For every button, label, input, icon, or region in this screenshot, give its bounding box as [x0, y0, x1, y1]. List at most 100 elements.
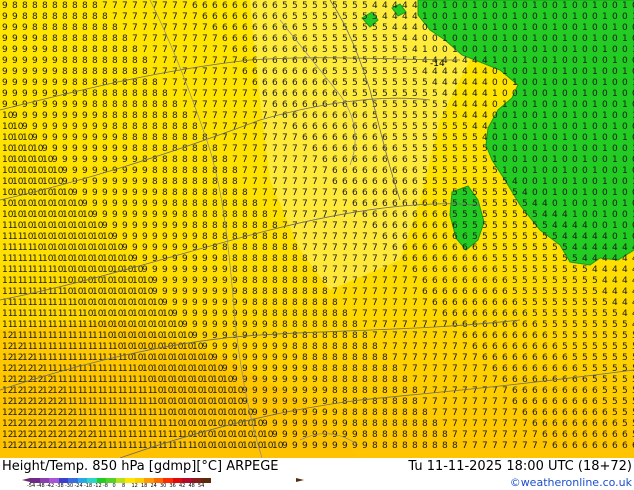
grid-value: 4	[592, 265, 598, 275]
grid-value: 8	[322, 276, 328, 286]
grid-value: 0	[612, 133, 618, 143]
grid-value: 5	[502, 210, 508, 220]
grid-value: 8	[292, 265, 298, 275]
grid-value: 6	[262, 89, 268, 99]
grid-value: 4	[622, 276, 628, 286]
grid-value: 9	[72, 133, 78, 143]
grid-value: 5	[612, 331, 618, 341]
grid-value: 5	[432, 177, 438, 187]
grid-value: 1	[552, 188, 558, 198]
grid-value: 0	[562, 144, 568, 154]
grid-value: 7	[482, 397, 488, 407]
grid-value: 6	[312, 45, 318, 55]
grid-value: 7	[382, 331, 388, 341]
grid-value: 0	[562, 89, 568, 99]
grid-value: 0	[612, 177, 618, 187]
grid-value: 9	[132, 254, 138, 264]
grid-value: 9	[332, 408, 338, 418]
grid-value: 6	[482, 331, 488, 341]
grid-value: 9	[122, 188, 128, 198]
grid-value: 0	[512, 133, 518, 143]
grid-value: 5	[592, 353, 598, 363]
grid-value: 7	[362, 320, 368, 330]
grid-value: 7	[512, 408, 518, 418]
grid-value: 8	[142, 78, 148, 88]
grid-value: 9	[252, 397, 258, 407]
grid-value: 5	[402, 67, 408, 77]
grid-value: 7	[502, 408, 508, 418]
grid-value: 5	[462, 122, 468, 132]
map-footer: Height/Temp. 850 hPa [gdmp][°C] ARPEGE T…	[0, 458, 634, 490]
grid-value: 9	[102, 166, 108, 176]
grid-value: 0	[502, 56, 508, 66]
grid-value: 7	[392, 353, 398, 363]
grid-value: 8	[252, 199, 258, 209]
grid-value: 9	[22, 34, 28, 44]
grid-value: 8	[402, 397, 408, 407]
grid-value: 8	[142, 122, 148, 132]
grid-value: 7	[232, 78, 238, 88]
grid-value: 7	[542, 441, 548, 451]
grid-value: 9	[142, 177, 148, 187]
grid-value: 0	[552, 12, 558, 22]
grid-value: 7	[412, 353, 418, 363]
grid-value: 1	[532, 67, 538, 77]
grid-value: 9	[122, 155, 128, 165]
grid-value: 8	[402, 430, 408, 440]
grid-value: 9	[282, 386, 288, 396]
grid-value: 7	[512, 441, 518, 451]
grid-value: 8	[302, 309, 308, 319]
grid-value: 1	[592, 133, 598, 143]
grid-value: 5	[562, 265, 568, 275]
grid-value: 7	[242, 177, 248, 187]
grid-value: 4	[402, 23, 408, 33]
grid-value: 7	[282, 144, 288, 154]
grid-value: 5	[392, 89, 398, 99]
grid-value: 5	[532, 309, 538, 319]
site-credit[interactable]: ©weatheronline.co.uk	[510, 476, 632, 489]
grid-value: 9	[32, 133, 38, 143]
grid-value: 0	[542, 67, 548, 77]
grid-value: 8	[252, 287, 258, 297]
grid-value: 9	[232, 375, 238, 385]
grid-value: 9	[152, 243, 158, 253]
grid-value: 7	[472, 364, 478, 374]
grid-value: 7	[162, 12, 168, 22]
grid-value: 5	[472, 188, 478, 198]
grid-value: 8	[232, 254, 238, 264]
grid-value: 5	[532, 276, 538, 286]
grid-value: 9	[12, 89, 18, 99]
grid-value: 4	[602, 243, 608, 253]
grid-value: 6	[402, 155, 408, 165]
grid-value: 6	[412, 177, 418, 187]
grid-value: 8	[212, 188, 218, 198]
grid-value: 4	[392, 23, 398, 33]
grid-value: 6	[502, 276, 508, 286]
grid-value: 9	[272, 353, 278, 363]
grid-value: 0	[572, 23, 578, 33]
grid-value: 9	[222, 320, 228, 330]
grid-value: 9	[262, 320, 268, 330]
grid-value: 9	[262, 342, 268, 352]
grid-value: 5	[552, 232, 558, 242]
grid-value: 5	[562, 254, 568, 264]
grid-value: 5	[412, 133, 418, 143]
grid-value: 7	[202, 89, 208, 99]
grid-value: 1	[462, 23, 468, 33]
grid-value: 9	[262, 397, 268, 407]
grid-value: 9	[282, 441, 288, 451]
grid-value: 0	[432, 1, 438, 11]
grid-value: 6	[492, 276, 498, 286]
grid-value: 6	[212, 23, 218, 33]
grid-value: 0	[512, 23, 518, 33]
grid-value: 9	[292, 353, 298, 363]
grid-value: 7	[332, 188, 338, 198]
grid-value: 0	[442, 12, 448, 22]
grid-value: 9	[42, 67, 48, 77]
grid-value: 9	[352, 441, 358, 451]
grid-value: 8	[342, 386, 348, 396]
grid-value: 5	[452, 166, 458, 176]
grid-value: 8	[82, 23, 88, 33]
grid-value: 0	[492, 144, 498, 154]
grid-value: 6	[412, 166, 418, 176]
